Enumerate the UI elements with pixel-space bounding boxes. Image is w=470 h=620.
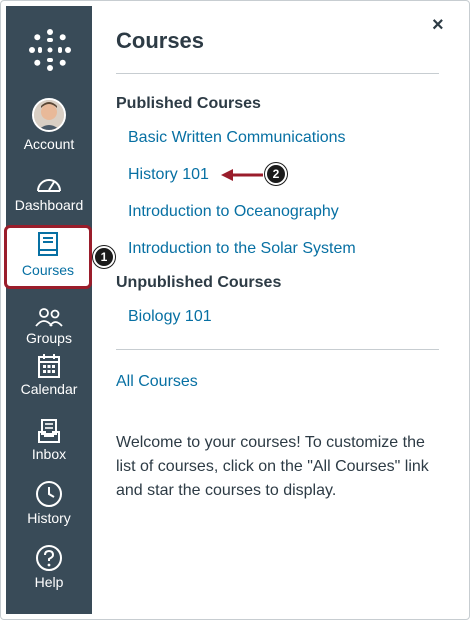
- dashboard-icon: [37, 179, 61, 192]
- course-link[interactable]: Introduction to the Solar System: [128, 240, 356, 258]
- title-divider: [116, 73, 439, 74]
- calendar-icon: [38, 354, 60, 378]
- close-icon[interactable]: ×: [432, 14, 444, 37]
- nav-help[interactable]: Help: [6, 544, 92, 590]
- nav-dashboard-label: Dashboard: [14, 197, 84, 213]
- all-courses-link[interactable]: All Courses: [116, 373, 198, 391]
- groups-icon: [35, 308, 63, 327]
- nav-inbox[interactable]: Inbox: [6, 418, 92, 462]
- nav-courses-label: Courses: [21, 262, 75, 278]
- nav-calendar-label: Calendar: [20, 381, 78, 397]
- callout-arrow: [221, 169, 263, 181]
- nav-account[interactable]: Account: [6, 98, 92, 152]
- nav-groups[interactable]: Groups: [6, 308, 92, 346]
- nav-calendar[interactable]: Calendar: [6, 353, 92, 397]
- welcome-text: Welcome to your courses! To customize th…: [116, 434, 429, 499]
- course-link[interactable]: Biology 101: [128, 308, 212, 326]
- nav-account-label: Account: [23, 136, 75, 152]
- course-link[interactable]: Introduction to Oceanography: [128, 203, 339, 221]
- step-badge-2: 2: [265, 163, 287, 185]
- section-divider: [116, 349, 439, 350]
- published-courses-heading: Published Courses: [116, 95, 261, 112]
- nav-groups-label: Groups: [26, 330, 72, 346]
- global-nav-sidebar: Account Dashboard Groups Calendar Inbox …: [6, 6, 92, 614]
- step-badge-1: 1: [93, 246, 115, 268]
- nav-help-label: Help: [34, 574, 64, 590]
- course-link[interactable]: History 101: [128, 166, 209, 184]
- nav-history[interactable]: History: [6, 480, 92, 526]
- avatar: [32, 98, 66, 132]
- nav-courses[interactable]: Courses: [4, 225, 92, 289]
- tray-title: Courses: [116, 28, 205, 53]
- canvas-logo-icon[interactable]: [28, 28, 72, 72]
- nav-history-label: History: [27, 510, 71, 526]
- course-link[interactable]: Basic Written Communications: [128, 129, 346, 147]
- unpublished-courses-heading: Unpublished Courses: [116, 274, 282, 291]
- courses-icon: [38, 232, 58, 256]
- inbox-icon: [38, 419, 60, 443]
- help-icon: [36, 545, 62, 571]
- nav-dashboard[interactable]: Dashboard: [6, 171, 92, 213]
- nav-inbox-label: Inbox: [31, 446, 67, 462]
- history-icon: [36, 481, 62, 507]
